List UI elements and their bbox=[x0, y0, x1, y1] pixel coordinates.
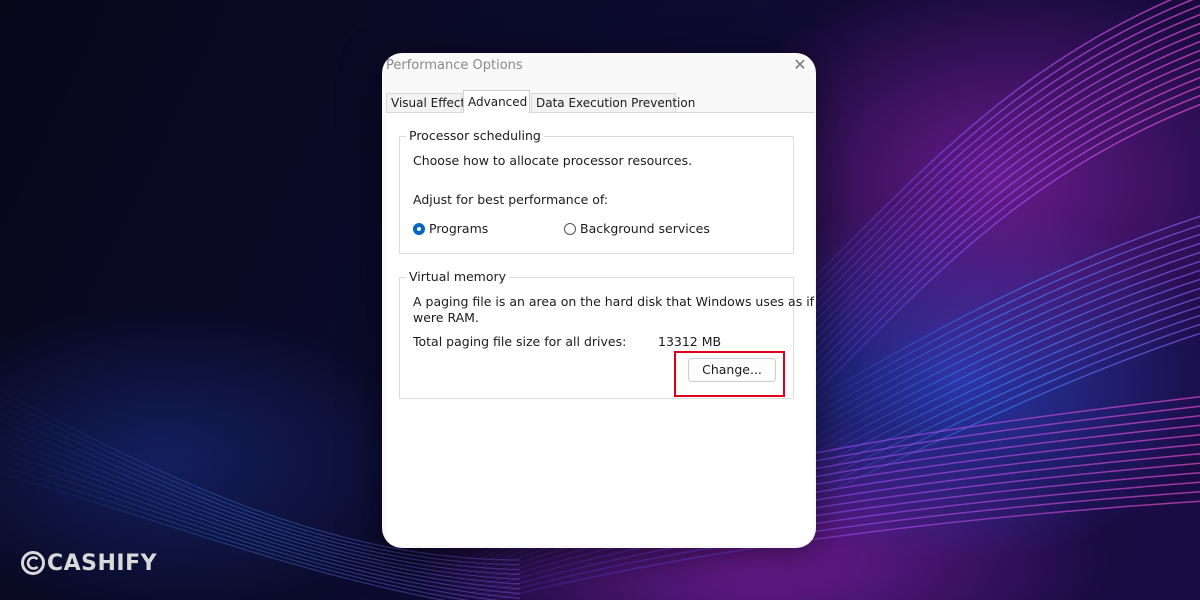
dialog-title: Performance Options bbox=[386, 58, 523, 73]
wave-line bbox=[759, 76, 1200, 421]
wave-line bbox=[759, 0, 1194, 340]
adjust-performance-label: Adjust for best performance of: bbox=[413, 192, 609, 207]
radio-programs[interactable]: Programs bbox=[413, 221, 488, 236]
wave-line bbox=[779, 233, 1200, 436]
processor-scheduling-group: Processor scheduling Choose how to alloc… bbox=[399, 128, 794, 254]
advanced-tab-panel: Processor scheduling Choose how to alloc… bbox=[386, 112, 816, 545]
wave-line bbox=[779, 215, 1200, 421]
processor-scheduling-label: Processor scheduling bbox=[406, 128, 544, 143]
wave-line bbox=[759, 103, 1200, 448]
cashify-logo: CASHIFY bbox=[20, 547, 157, 579]
radio-background-services[interactable]: Background services bbox=[564, 221, 710, 236]
radio-background-services-indicator bbox=[564, 222, 576, 235]
wave-line bbox=[759, 94, 1200, 439]
tab-visual-effects[interactable]: Visual Effects bbox=[386, 93, 471, 112]
change-button[interactable]: Change... bbox=[688, 358, 776, 382]
cashify-logo-icon bbox=[21, 551, 45, 575]
tab-advanced[interactable]: Advanced bbox=[463, 90, 530, 113]
close-icon[interactable]: ✕ bbox=[790, 53, 810, 77]
cashify-logo-text: CASHIFY bbox=[47, 550, 158, 576]
total-paging-value: 13312 MB bbox=[658, 334, 722, 349]
total-paging-label: Total paging file size for all drives: bbox=[413, 334, 627, 349]
wave-line bbox=[759, 85, 1200, 430]
virtual-memory-label: Virtual memory bbox=[406, 269, 510, 284]
tab-data-execution-prevention[interactable]: Data Execution Prevention bbox=[531, 93, 695, 112]
radio-programs-label: Programs bbox=[429, 221, 489, 236]
virtual-memory-description-line2: were RAM. bbox=[413, 310, 479, 325]
wave-line bbox=[779, 224, 1200, 428]
virtual-memory-description-line1: A paging file is an area on the hard dis… bbox=[413, 294, 816, 309]
performance-options-dialog: Performance Options ✕ Visual Effects Adv… bbox=[382, 53, 816, 548]
radio-programs-indicator bbox=[413, 222, 425, 235]
radio-background-services-label: Background services bbox=[580, 221, 710, 236]
processor-scheduling-description: Choose how to allocate processor resourc… bbox=[413, 153, 693, 168]
